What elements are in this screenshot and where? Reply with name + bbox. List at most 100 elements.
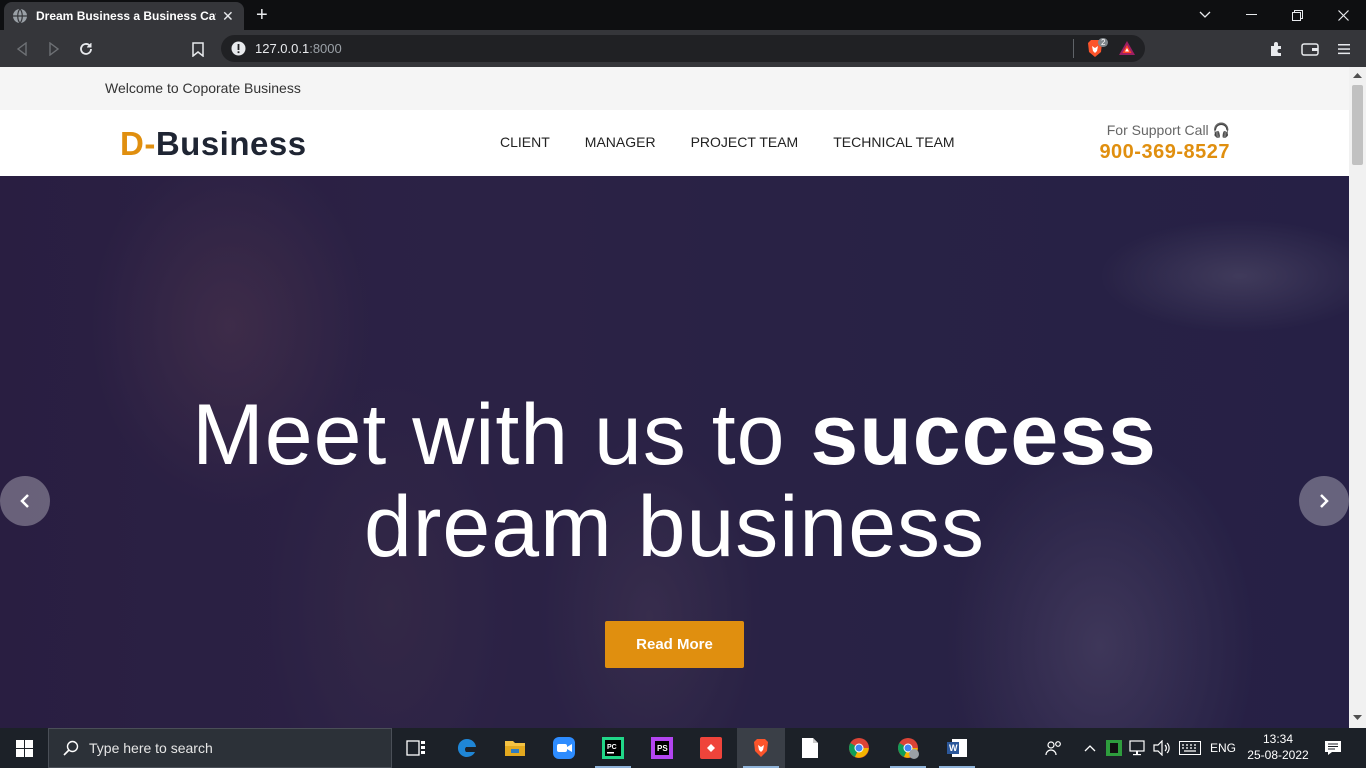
menu-icon[interactable] [1334, 39, 1354, 59]
read-more-button[interactable]: Read More [605, 621, 744, 668]
support-label-text: For Support Call [1106, 122, 1209, 138]
hero-headline-bold: success [810, 387, 1157, 483]
phpstorm-icon: PS [651, 737, 673, 759]
taskbar-phpstorm[interactable]: PS [638, 728, 686, 768]
hero-headline-line1: Meet with us to success [0, 386, 1349, 485]
scroll-up-icon[interactable] [1353, 72, 1362, 78]
people-icon [1045, 741, 1061, 756]
language-indicator[interactable]: ENG [1204, 728, 1242, 768]
taskbar-file-explorer[interactable] [491, 728, 539, 768]
shields-badge: 2 [1098, 38, 1109, 47]
svg-text:PC: PC [607, 744, 617, 751]
taskbar-notepad[interactable] [786, 728, 834, 768]
volume-button[interactable] [1150, 728, 1174, 768]
logo-prefix: D- [120, 125, 156, 162]
info-icon[interactable] [231, 41, 246, 56]
site-logo[interactable]: D-Business [120, 125, 307, 163]
brave-rewards-icon[interactable] [1118, 40, 1136, 56]
scroll-down-icon[interactable] [1353, 715, 1362, 721]
nav-item-client[interactable]: CLIENT [500, 134, 550, 150]
tab-title: Dream Business a Business Category [36, 9, 216, 23]
minimize-button[interactable] [1228, 0, 1274, 30]
chevron-right-icon [1320, 494, 1329, 508]
logo-name: Business [155, 125, 307, 162]
extensions-icon[interactable] [1266, 39, 1286, 59]
chrome-profile-icon [898, 738, 919, 759]
taskbar-brave[interactable] [737, 728, 785, 768]
tab-close-icon[interactable]: ✕ [222, 8, 234, 25]
address-divider [1073, 39, 1074, 58]
url-text: 127.0.0.1:8000 [255, 41, 342, 56]
tray-app-button[interactable] [1102, 728, 1126, 768]
network-button[interactable] [1126, 728, 1150, 768]
browser-tab-bar: Dream Business a Business Category ✕ + [0, 0, 1366, 30]
hero-headline-line2: dream business [363, 479, 986, 575]
browser-tab[interactable]: Dream Business a Business Category ✕ [4, 2, 244, 30]
windows-icon [15, 739, 33, 757]
forward-icon[interactable] [44, 39, 64, 59]
taskbar-anydesk[interactable] [687, 728, 735, 768]
notification-icon [1325, 741, 1341, 755]
nav-item-project-team[interactable]: PROJECT TEAM [691, 134, 799, 150]
taskbar-word[interactable]: W [933, 728, 981, 768]
new-tab-button[interactable]: + [256, 5, 268, 25]
support-block: For Support Call 🎧 900-369-8527 [1099, 122, 1230, 164]
scroll-thumb[interactable] [1352, 85, 1363, 165]
volume-icon [1153, 740, 1170, 756]
top-welcome-bar: Welcome to Coporate Business [0, 67, 1349, 110]
people-button[interactable] [1030, 728, 1078, 768]
word-icon: W [947, 739, 967, 757]
chevron-up-icon [1084, 745, 1096, 752]
touch-keyboard-button[interactable] [1176, 728, 1204, 768]
task-view-button[interactable] [392, 728, 440, 768]
bookmark-icon[interactable] [188, 39, 208, 59]
browser-toolbar: 127.0.0.1:8000 2 [0, 30, 1366, 67]
carousel-next-button[interactable] [1299, 476, 1349, 526]
page-scrollbar[interactable] [1349, 67, 1366, 728]
network-icon [1129, 740, 1145, 756]
keyboard-icon [1179, 741, 1201, 755]
start-button[interactable] [0, 728, 48, 768]
edge-icon [457, 738, 476, 757]
tab-search-icon[interactable] [1182, 0, 1228, 30]
taskbar-clock[interactable]: 13:34 25-08-2022 [1240, 731, 1316, 763]
main-nav: CLIENT MANAGER PROJECT TEAM TECHNICAL TE… [500, 134, 990, 150]
restore-button[interactable] [1274, 0, 1320, 30]
close-window-button[interactable] [1320, 0, 1366, 30]
support-label: For Support Call 🎧 [1099, 122, 1230, 139]
nav-item-manager[interactable]: MANAGER [585, 134, 656, 150]
taskbar-zoom[interactable] [540, 728, 588, 768]
site-header: D-Business CLIENT MANAGER PROJECT TEAM T… [0, 110, 1349, 176]
brave-icon [754, 739, 768, 757]
hero-headline-light: Meet with us to [192, 387, 811, 483]
taskbar-chrome[interactable] [835, 728, 883, 768]
search-icon [63, 740, 79, 756]
taskbar-search[interactable]: Type here to search [48, 728, 392, 768]
svg-text:W: W [949, 743, 958, 753]
anydesk-icon [700, 737, 722, 759]
file-explorer-icon [505, 741, 525, 756]
show-hidden-icons-button[interactable] [1078, 728, 1102, 768]
taskbar-pycharm[interactable]: PC [589, 728, 637, 768]
support-phone[interactable]: 900-369-8527 [1099, 141, 1230, 164]
language-text: ENG [1209, 741, 1236, 755]
taskbar-edge[interactable] [443, 728, 491, 768]
notification-center-button[interactable] [1318, 728, 1348, 768]
task-view-icon [406, 740, 425, 756]
carousel-prev-button[interactable] [0, 476, 50, 526]
clock-time: 13:34 [1262, 732, 1294, 746]
pycharm-icon: PC [602, 737, 624, 759]
wallet-icon[interactable] [1300, 39, 1320, 59]
url-host: 127.0.0.1 [255, 41, 310, 56]
notepad-icon [802, 738, 818, 758]
reload-icon[interactable] [76, 39, 96, 59]
back-icon[interactable] [12, 39, 32, 59]
taskbar-chrome-profile[interactable] [884, 728, 932, 768]
hero-carousel: Meet with us to success dream business R… [0, 176, 1349, 728]
chrome-icon [849, 738, 869, 758]
nav-item-technical-team[interactable]: TECHNICAL TEAM [833, 134, 954, 150]
zoom-icon [553, 737, 575, 759]
chevron-left-icon [20, 494, 29, 508]
windows-taskbar: Type here to search PC PS W ENG 13:34 25… [0, 728, 1366, 768]
address-bar[interactable]: 127.0.0.1:8000 2 [221, 35, 1145, 62]
